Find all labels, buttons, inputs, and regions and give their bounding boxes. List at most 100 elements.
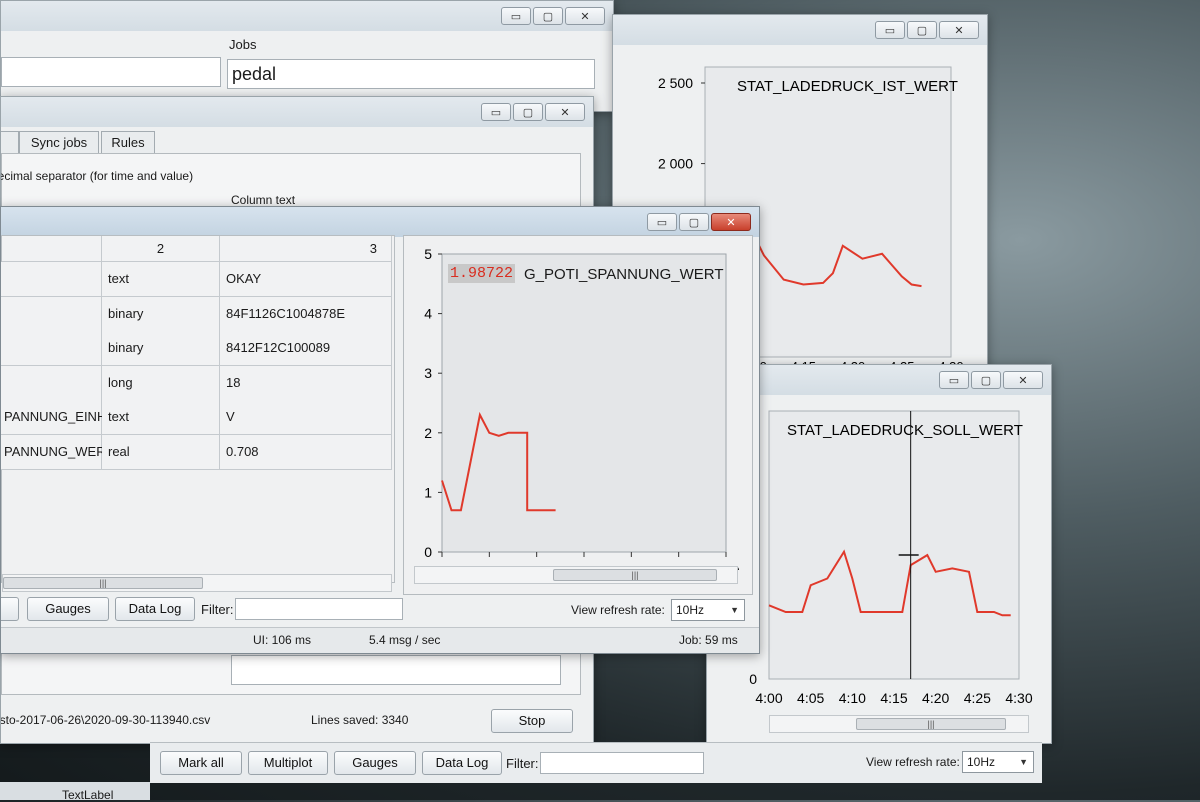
- partial-button[interactable]: [1, 597, 19, 621]
- minimize-button[interactable]: ▭: [481, 103, 511, 121]
- mark-all-button[interactable]: Mark all: [160, 751, 242, 775]
- x-tick-label: 4:05: [797, 690, 824, 706]
- table-cell-name[interactable]: [1, 365, 102, 401]
- stop-button[interactable]: Stop: [491, 709, 573, 733]
- close-button[interactable]: ✕: [565, 7, 605, 25]
- data-log-button[interactable]: Data Log: [115, 597, 195, 621]
- close-button[interactable]: ✕: [545, 103, 585, 121]
- x-tick-label: 4:10: [839, 690, 866, 706]
- gauges-button[interactable]: Gauges: [27, 597, 109, 621]
- main-window-controls: ▭ ▢ ✕: [647, 213, 751, 231]
- minimize-button[interactable]: ▭: [647, 213, 677, 231]
- status-msg-rate: 5.4 msg / sec: [369, 633, 441, 647]
- table-cell-value[interactable]: OKAY: [220, 262, 392, 297]
- maximize-button[interactable]: ▢: [533, 7, 563, 25]
- y-tick-label: 4: [424, 306, 432, 322]
- main-window: ▭ ▢ ✕ 2 3 text OKAY binary 84F1126C1004878E…: [0, 206, 760, 654]
- table-cell-name[interactable]: [1, 331, 102, 366]
- x-tick-label: 4:25: [964, 690, 991, 706]
- plot-area: [441, 253, 727, 553]
- table-cell-value[interactable]: 0.708: [220, 434, 392, 470]
- y-tick-label: 2 000: [658, 156, 693, 172]
- lines-saved: Lines saved: 3340: [311, 713, 409, 727]
- table-scrollbar[interactable]: |||: [2, 574, 392, 592]
- bottom-refresh-select[interactable]: 10Hz: [962, 751, 1034, 773]
- jobs-window-controls: ▭ ▢ ✕: [501, 7, 605, 25]
- multiplot-button[interactable]: Multiplot: [248, 751, 328, 775]
- maximize-button[interactable]: ▢: [513, 103, 543, 121]
- x-tick-label: 4:20: [922, 690, 949, 706]
- table-header-1: [2, 236, 102, 262]
- y-tick-label: 3: [424, 365, 432, 381]
- table-cell-value[interactable]: 84F1126C1004878E: [220, 296, 392, 332]
- ist-window-controls: ▭ ▢ ✕: [875, 21, 979, 39]
- bottom-filter-label: Filter:: [506, 756, 539, 771]
- table-header-3: 3: [220, 236, 392, 262]
- table-cell-name[interactable]: [1, 296, 102, 332]
- y-tick-label: 0: [749, 671, 757, 687]
- status-job: Job: 59 ms: [679, 633, 738, 647]
- jobs-input[interactable]: pedal: [227, 59, 595, 89]
- poti-scroll-thumb[interactable]: |||: [553, 569, 717, 581]
- close-button[interactable]: ✕: [711, 213, 751, 231]
- table-cell-type[interactable]: binary: [102, 296, 220, 332]
- soll-scroll-thumb[interactable]: |||: [856, 718, 1006, 730]
- tab-rules[interactable]: Rules: [101, 131, 155, 153]
- settings-textbox[interactable]: [231, 655, 561, 685]
- table-cell-type[interactable]: real: [102, 434, 220, 470]
- maximize-button[interactable]: ▢: [971, 371, 1001, 389]
- maximize-button[interactable]: ▢: [679, 213, 709, 231]
- minimize-button[interactable]: ▭: [875, 21, 905, 39]
- bottom-data-log-button[interactable]: Data Log: [422, 751, 502, 775]
- chart-readout: 1.98722: [448, 264, 516, 283]
- table-scroll-thumb[interactable]: |||: [3, 577, 203, 589]
- y-tick-label: 2 500: [658, 75, 693, 91]
- table-cell-type[interactable]: binary: [102, 331, 220, 366]
- close-button[interactable]: ✕: [939, 21, 979, 39]
- main-titlebar: [1, 207, 759, 237]
- table-cell-name[interactable]: PANNUNG_EINH: [1, 400, 106, 435]
- bottom-refresh-label: View refresh rate:: [866, 755, 960, 769]
- filter-label: Filter:: [201, 602, 234, 617]
- bottom-gauges-button[interactable]: Gauges: [334, 751, 416, 775]
- x-tick-label: 4:00: [755, 690, 782, 706]
- table-cell-type[interactable]: text: [102, 262, 220, 297]
- poti-chart-panel: 0123453:303:353:403:453:503:554:00 1.987…: [403, 235, 753, 595]
- y-tick-label: 0: [424, 544, 432, 560]
- table-cell-type[interactable]: long: [102, 365, 220, 401]
- jobs-left-field[interactable]: [1, 57, 221, 87]
- tab-sync-jobs[interactable]: Sync jobs: [19, 131, 99, 153]
- table-header-2: 2: [102, 236, 220, 262]
- bottom-filter-input[interactable]: [540, 752, 704, 774]
- refresh-rate-select[interactable]: 10Hz: [671, 599, 745, 621]
- data-table: 2 3 text OKAY binary 84F1126C1004878E binary…: [1, 235, 395, 592]
- close-button[interactable]: ✕: [1003, 371, 1043, 389]
- soll-scrollbar[interactable]: |||: [769, 715, 1029, 733]
- poti-chart-title: G_POTI_SPANNUNG_WERT: [524, 266, 724, 283]
- poti-scrollbar[interactable]: |||: [414, 566, 738, 584]
- y-tick-label: 1: [424, 484, 432, 500]
- table-cell-value[interactable]: 8412F12C100089: [220, 331, 392, 366]
- jobs-label: Jobs: [229, 37, 257, 52]
- minimize-button[interactable]: ▭: [501, 7, 531, 25]
- bottom-toolbar: Mark all Multiplot Gauges Data Log Filte…: [150, 742, 1042, 783]
- chart-title: STAT_LADEDRUCK_SOLL_WERT: [787, 422, 1023, 439]
- poti-chart: 0123453:303:353:403:453:503:554:00: [424, 246, 740, 570]
- table-cell-name[interactable]: PANNUNG_WERT: [1, 434, 113, 470]
- table-cell-name[interactable]: [1, 262, 102, 297]
- table-cell-value[interactable]: 18: [220, 365, 392, 401]
- separator-label: Decimal separator (for time and value): [0, 169, 194, 183]
- x-tick-label: 4:15: [880, 690, 907, 706]
- chart-title: STAT_LADEDRUCK_IST_WERT: [737, 78, 958, 95]
- maximize-button[interactable]: ▢: [907, 21, 937, 39]
- table-cell-type[interactable]: text: [102, 400, 220, 435]
- settings-window-controls: ▭ ▢ ✕: [481, 103, 585, 121]
- minimize-button[interactable]: ▭: [939, 371, 969, 389]
- tab-partial[interactable]: [1, 131, 19, 153]
- y-tick-label: 5: [424, 246, 432, 262]
- column-text-label: Column text: [231, 193, 296, 207]
- table-cell-value[interactable]: V: [220, 400, 392, 435]
- filter-input[interactable]: [235, 598, 403, 620]
- refresh-rate-label: View refresh rate:: [571, 603, 665, 617]
- x-tick-label: 4:30: [1005, 690, 1032, 706]
